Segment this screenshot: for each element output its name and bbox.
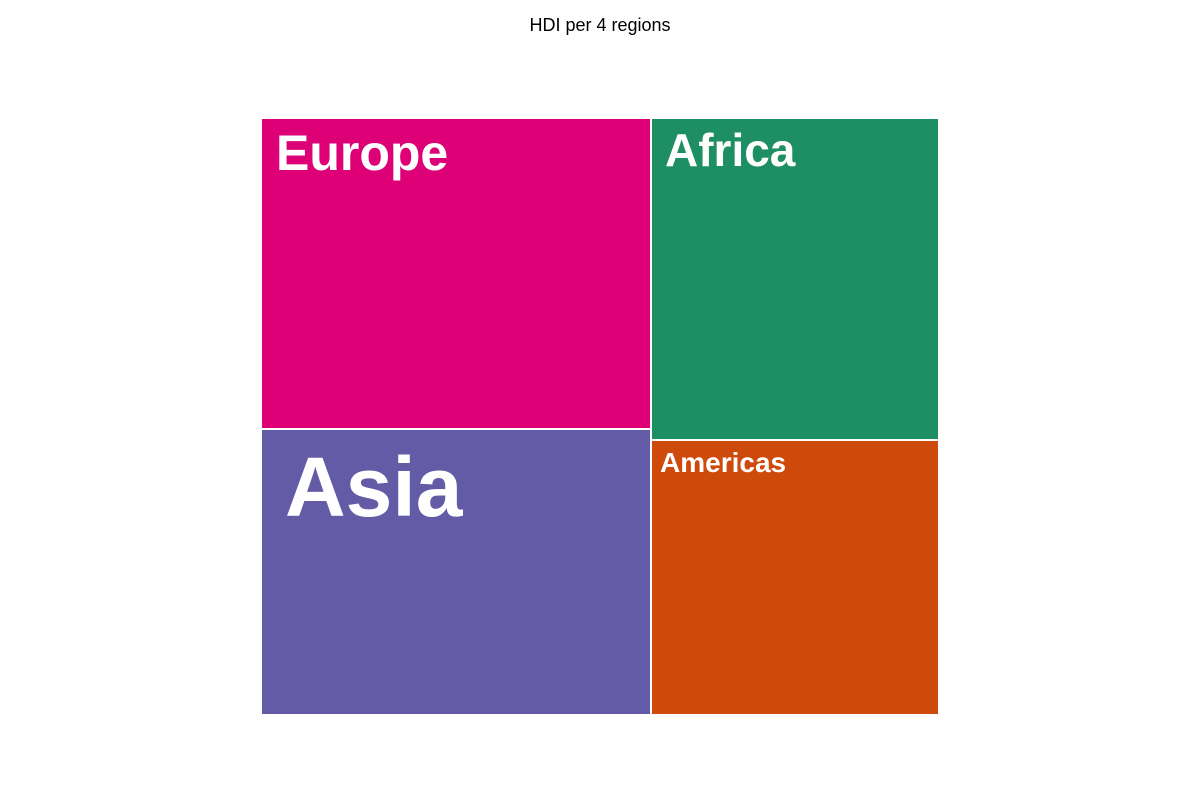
treemap-label-europe: Europe <box>276 125 448 181</box>
treemap-chart: Europe Africa Asia Americas <box>260 117 940 716</box>
treemap-label-americas: Americas <box>660 447 786 478</box>
treemap-label-africa: Africa <box>665 124 796 176</box>
treemap-tile-americas <box>650 439 940 716</box>
treemap-label-asia: Asia <box>285 440 464 534</box>
